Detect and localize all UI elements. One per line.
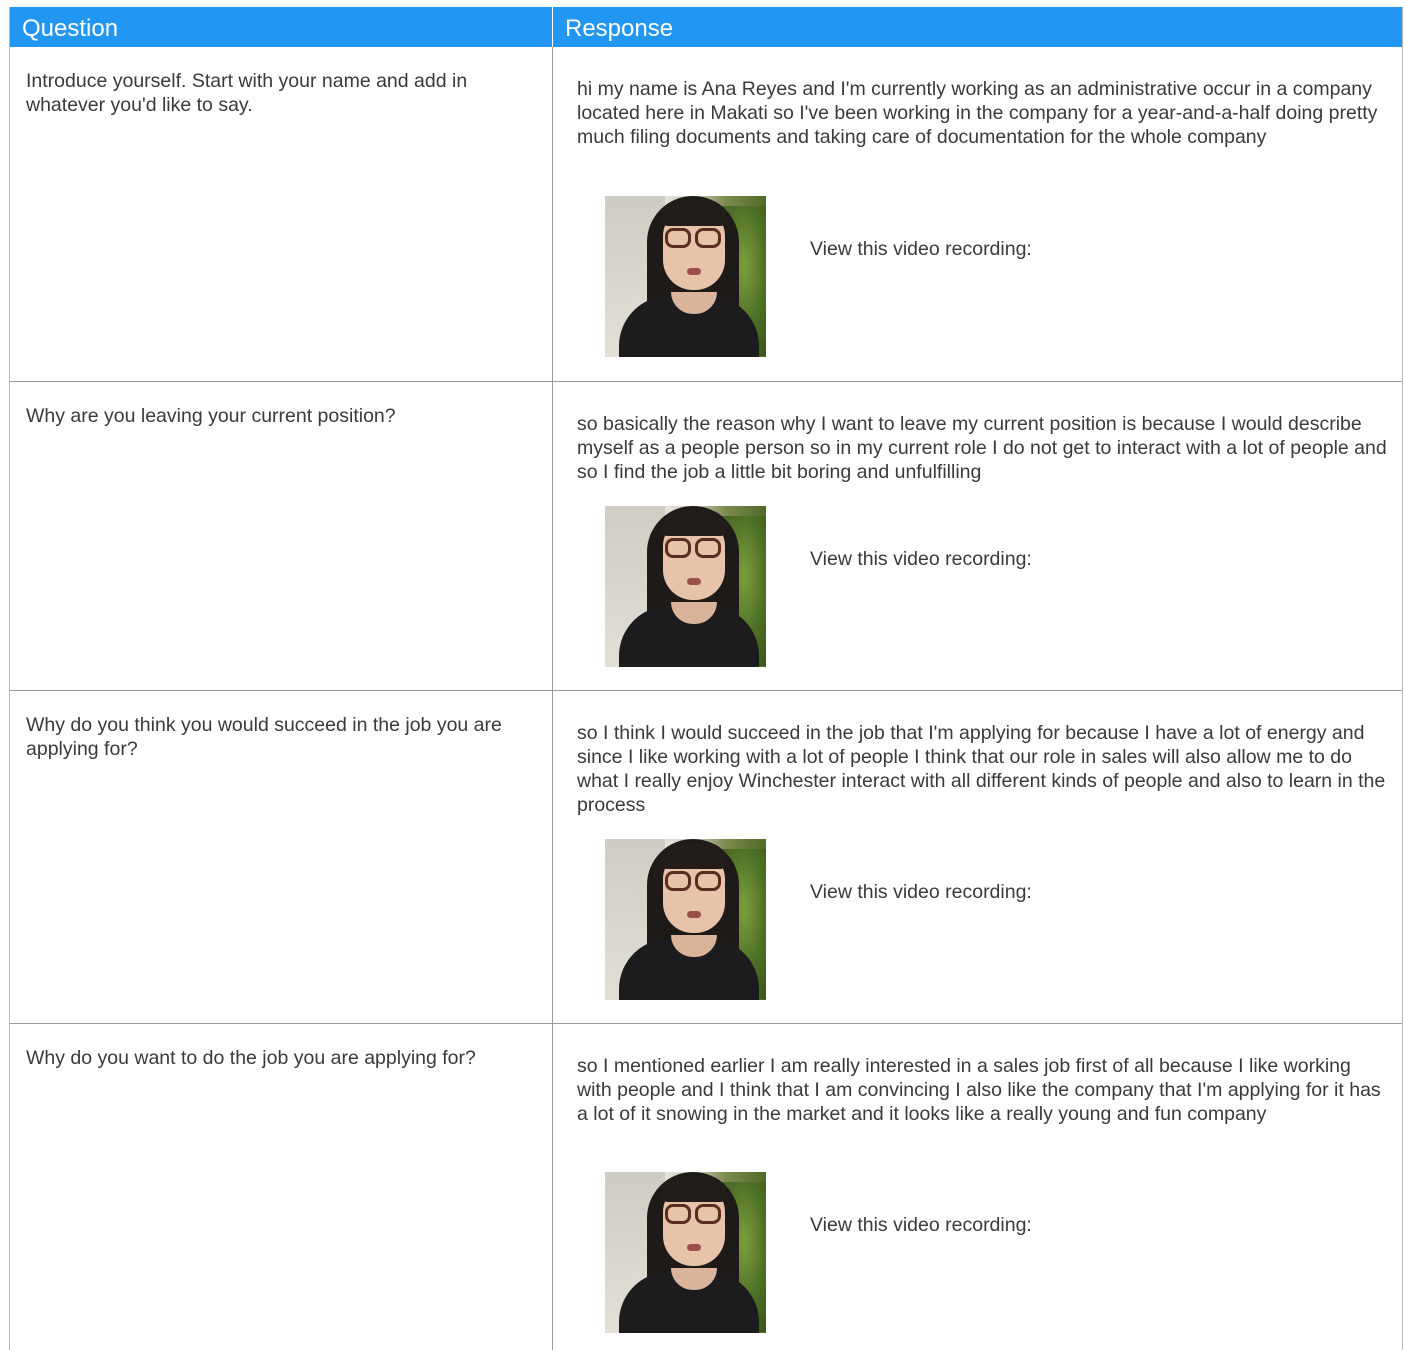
video-thumbnail[interactable] bbox=[605, 1172, 766, 1333]
video-thumbnail[interactable] bbox=[605, 196, 766, 357]
response-cell: so I think I would succeed in the job th… bbox=[552, 691, 1404, 1023]
response-cell: so I mentioned earlier I am really inter… bbox=[552, 1024, 1404, 1350]
question-text: Why are you leaving your current positio… bbox=[26, 405, 396, 427]
question-text: Why do you want to do the job you are ap… bbox=[26, 1047, 476, 1069]
video-thumbnail[interactable] bbox=[605, 839, 766, 1000]
response-cell: so basically the reason why I want to le… bbox=[552, 382, 1404, 690]
response-cell: hi my name is Ana Reyes and I'm currentl… bbox=[552, 47, 1404, 381]
table-row: Introduce yourself. Start with your name… bbox=[10, 47, 1402, 382]
view-video-link[interactable]: View this video recording: bbox=[810, 880, 1032, 904]
table-header: Question Response bbox=[10, 7, 1402, 47]
view-video-link[interactable]: View this video recording: bbox=[810, 547, 1032, 571]
question-text: Why do you think you would succeed in th… bbox=[26, 714, 502, 760]
response-transcript: so I mentioned earlier I am really inter… bbox=[577, 1055, 1381, 1125]
response-transcript: hi my name is Ana Reyes and I'm currentl… bbox=[577, 78, 1378, 148]
question-text: Introduce yourself. Start with your name… bbox=[26, 70, 468, 116]
table-row: Why do you think you would succeed in th… bbox=[10, 691, 1402, 1024]
column-header-question: Question bbox=[22, 15, 119, 42]
video-thumbnail[interactable] bbox=[605, 506, 766, 667]
view-video-link[interactable]: View this video recording: bbox=[810, 1213, 1032, 1237]
table-row: Why are you leaving your current positio… bbox=[10, 382, 1402, 691]
column-header-response: Response bbox=[552, 7, 1404, 47]
response-transcript: so I think I would succeed in the job th… bbox=[577, 722, 1386, 816]
response-transcript: so basically the reason why I want to le… bbox=[577, 413, 1387, 483]
interview-responses-table: Question Response Introduce yourself. St… bbox=[9, 7, 1403, 1350]
view-video-link[interactable]: View this video recording: bbox=[810, 237, 1032, 261]
table-row: Why do you want to do the job you are ap… bbox=[10, 1024, 1402, 1350]
